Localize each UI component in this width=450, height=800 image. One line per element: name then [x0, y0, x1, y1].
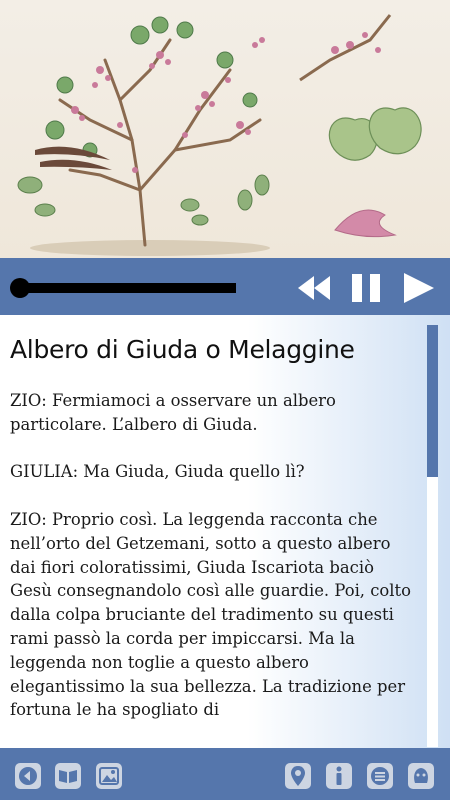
article-content: Albero di Giuda o Melaggine ZIO: Fermiam…: [0, 315, 450, 748]
play-icon[interactable]: [402, 270, 436, 306]
paragraph: ZIO: Proprio così. La leggenda racconta …: [10, 509, 411, 720]
article-body: ZIO: Fermiamoci a osservare un albero pa…: [10, 389, 415, 746]
list-icon[interactable]: [367, 763, 393, 789]
progress-thumb[interactable]: [10, 278, 30, 298]
paragraph: GIULIA: Ma Giuda, Giuda quello lì?: [10, 462, 305, 482]
botanical-illustration: [0, 0, 450, 258]
article-title: Albero di Giuda o Melaggine: [10, 335, 355, 364]
scrollbar-thumb[interactable]: [427, 325, 438, 477]
paragraph: ZIO: Fermiamoci a osservare un albero pa…: [10, 391, 336, 434]
gallery-icon[interactable]: [96, 763, 122, 789]
info-icon[interactable]: [326, 763, 352, 789]
pause-icon[interactable]: [350, 270, 384, 306]
back-icon[interactable]: [15, 763, 41, 789]
book-icon[interactable]: [55, 763, 81, 789]
face-icon[interactable]: [408, 763, 434, 789]
progress-track[interactable]: [14, 283, 236, 293]
map-pin-icon[interactable]: [285, 763, 311, 789]
judas-tree-illustration: [17, 14, 422, 256]
rewind-icon[interactable]: [296, 270, 332, 306]
